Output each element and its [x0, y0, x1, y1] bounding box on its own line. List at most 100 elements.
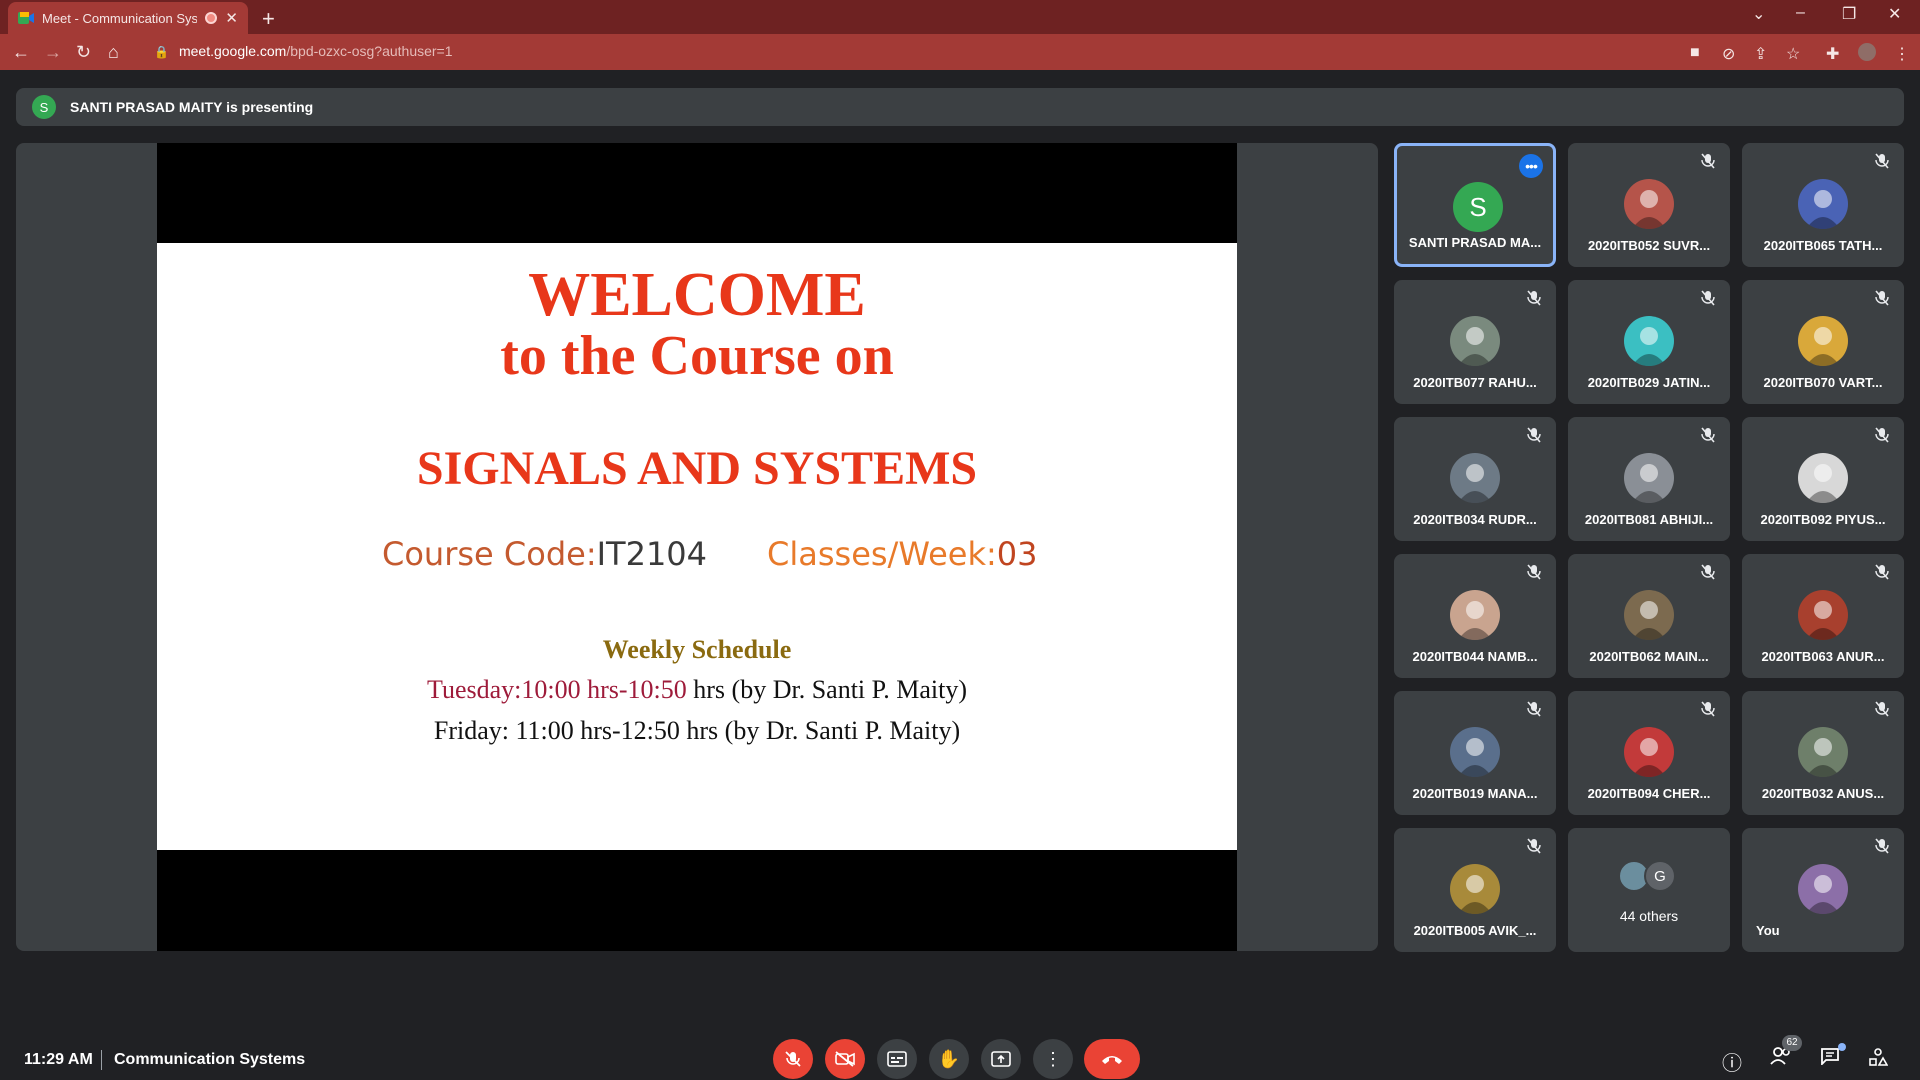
address-bar[interactable]: 🔒 meet.google.com/bpd-ozxc-osg?authuser=… — [140, 38, 1702, 66]
self-tile[interactable]: You — [1742, 828, 1904, 952]
presentation-stage: WELCOME to the Course on SIGNALS AND SYS… — [16, 143, 1378, 951]
mic-muted-icon — [1874, 564, 1890, 580]
extensions-icon[interactable]: ✚ — [1826, 44, 1839, 64]
leave-call-button[interactable] — [1084, 1039, 1140, 1079]
home-icon[interactable]: ⌂ — [108, 42, 119, 63]
browser-tab-meet[interactable]: Meet - Communication Syste ✕ — [8, 2, 248, 34]
people-count-badge: 62 — [1782, 1035, 1802, 1051]
participant-tile[interactable]: 2020ITB052 SUVR... — [1568, 143, 1730, 267]
participant-avatar — [1624, 590, 1674, 640]
camera-icon[interactable]: ■ — [1690, 44, 1700, 62]
participant-tile[interactable]: 2020ITB070 VART... — [1742, 280, 1904, 404]
others-tile[interactable]: G 44 others — [1568, 828, 1730, 952]
mic-muted-icon — [1526, 701, 1542, 717]
self-avatar — [1798, 864, 1848, 914]
others-avatars: G — [1618, 860, 1688, 894]
participant-avatar — [1450, 453, 1500, 503]
url-path: /bpd-ozxc-osg?authuser=1 — [286, 43, 453, 59]
participant-tile[interactable]: S SANTI PRASAD MA... ••• — [1394, 143, 1556, 267]
participant-tile[interactable]: 2020ITB081 ABHIJI... — [1568, 417, 1730, 541]
participant-name: 2020ITB005 AVIK_... — [1413, 923, 1537, 938]
participant-avatar — [1798, 727, 1848, 777]
restore-button[interactable]: ❐ — [1842, 4, 1856, 24]
participant-name: 2020ITB077 RAHU... — [1413, 375, 1537, 390]
participant-name: 2020ITB092 PIYUS... — [1760, 512, 1886, 527]
participant-tile[interactable]: 2020ITB065 TATH... — [1742, 143, 1904, 267]
participant-tile[interactable]: 2020ITB094 CHER... — [1568, 691, 1730, 815]
participant-tile[interactable]: 2020ITB044 NAMB... — [1394, 554, 1556, 678]
tab-title: Meet - Communication Syste — [42, 10, 198, 26]
participant-name: 2020ITB034 RUDR... — [1413, 512, 1537, 527]
recording-indicator-icon — [205, 12, 218, 24]
mic-muted-icon — [1526, 564, 1542, 580]
mic-muted-icon — [1874, 427, 1890, 443]
participant-avatar — [1624, 179, 1674, 229]
participant-tile[interactable]: 2020ITB019 MANA... — [1394, 691, 1556, 815]
mic-muted-icon — [1874, 838, 1890, 854]
slide-course-on: to the Course on — [500, 325, 894, 387]
camera-off-button[interactable] — [825, 1039, 865, 1079]
mic-muted-icon — [1526, 427, 1542, 443]
share-icon[interactable]: ⇪ — [1754, 44, 1767, 64]
mic-off-button[interactable] — [773, 1039, 813, 1079]
present-icon — [991, 1051, 1011, 1067]
more-options-icon[interactable]: ••• — [1519, 154, 1543, 178]
tab-search-icon[interactable]: ⌄ — [1752, 4, 1765, 24]
participant-name: 2020ITB029 JATIN... — [1587, 375, 1711, 390]
participant-name: SANTI PRASAD MA... — [1408, 235, 1542, 250]
participant-tile[interactable]: 2020ITB063 ANUR... — [1742, 554, 1904, 678]
mic-muted-icon — [1874, 290, 1890, 306]
slide-subject: SIGNALS AND SYSTEMS — [416, 442, 978, 495]
menu-dots-icon[interactable]: ⋮ — [1894, 44, 1910, 64]
hang-up-icon — [1102, 1056, 1122, 1064]
participant-tile[interactable]: 2020ITB034 RUDR... — [1394, 417, 1556, 541]
more-options-button[interactable]: ⋮ — [1033, 1039, 1073, 1079]
present-screen-button[interactable] — [981, 1039, 1021, 1079]
participant-tile[interactable]: 2020ITB029 JATIN... — [1568, 280, 1730, 404]
meeting-details-icon[interactable]: ⓘ — [1722, 1047, 1742, 1076]
participant-tile[interactable]: 2020ITB062 MAIN... — [1568, 554, 1730, 678]
captions-button[interactable] — [877, 1039, 917, 1079]
slide: WELCOME to the Course on SIGNALS AND SYS… — [157, 243, 1237, 850]
chat-icon[interactable] — [1820, 1047, 1840, 1071]
presenting-banner: S SANTI PRASAD MAITY is presenting — [16, 88, 1904, 126]
participant-tile[interactable]: 2020ITB005 AVIK_... — [1394, 828, 1556, 952]
captions-icon — [887, 1051, 907, 1067]
raise-hand-button[interactable]: ✋ — [929, 1039, 969, 1079]
profile-avatar[interactable] — [1858, 43, 1876, 61]
other-avatar-letter: G — [1644, 860, 1676, 892]
meeting-name: Communication Systems — [114, 1051, 306, 1068]
mic-muted-icon — [1700, 290, 1716, 306]
participant-avatar — [1450, 727, 1500, 777]
participant-tile[interactable]: 2020ITB032 ANUS... — [1742, 691, 1904, 815]
slide-weekly-heading: Weekly Schedule — [602, 635, 792, 664]
participant-name: 2020ITB070 VART... — [1763, 375, 1883, 390]
notifications-off-icon[interactable]: ⊘ — [1722, 44, 1735, 64]
more-vert-icon: ⋮ — [1044, 1048, 1062, 1069]
participant-avatar — [1798, 590, 1848, 640]
forward-icon[interactable]: → — [44, 42, 62, 63]
others-count-label: 44 others — [1619, 908, 1679, 924]
back-icon[interactable]: ← — [12, 42, 30, 63]
reload-icon[interactable]: ↻ — [76, 42, 91, 63]
participant-tile[interactable]: 2020ITB077 RAHU... — [1394, 280, 1556, 404]
chat-notification-dot — [1838, 1043, 1846, 1051]
close-window-button[interactable]: ✕ — [1888, 4, 1901, 24]
browser-toolbar: ← → ↻ ⌂ 🔒 meet.google.com/bpd-ozxc-osg?a… — [0, 34, 1920, 70]
activities-icon[interactable] — [1868, 1047, 1889, 1073]
participant-name: 2020ITB094 CHER... — [1587, 786, 1711, 801]
mic-muted-icon — [1526, 290, 1542, 306]
participant-avatar — [1798, 179, 1848, 229]
bookmark-star-icon[interactable]: ☆ — [1786, 44, 1800, 64]
participant-grid: S SANTI PRASAD MA... ••• 2020ITB052 SUVR...… — [1394, 143, 1904, 952]
mic-muted-icon — [1700, 153, 1716, 169]
new-tab-button[interactable]: + — [262, 6, 275, 32]
close-tab-icon[interactable]: ✕ — [225, 9, 238, 27]
tuesday-time: Tuesday:10:00 hrs-10:50 — [426, 675, 687, 704]
mic-off-icon — [785, 1051, 801, 1067]
minimize-button[interactable]: – — [1796, 4, 1805, 22]
course-code-value: IT2104 — [596, 535, 708, 573]
meeting-time: 11:29 AM — [24, 1051, 93, 1068]
participant-tile[interactable]: 2020ITB092 PIYUS... — [1742, 417, 1904, 541]
participant-avatar — [1798, 453, 1848, 503]
